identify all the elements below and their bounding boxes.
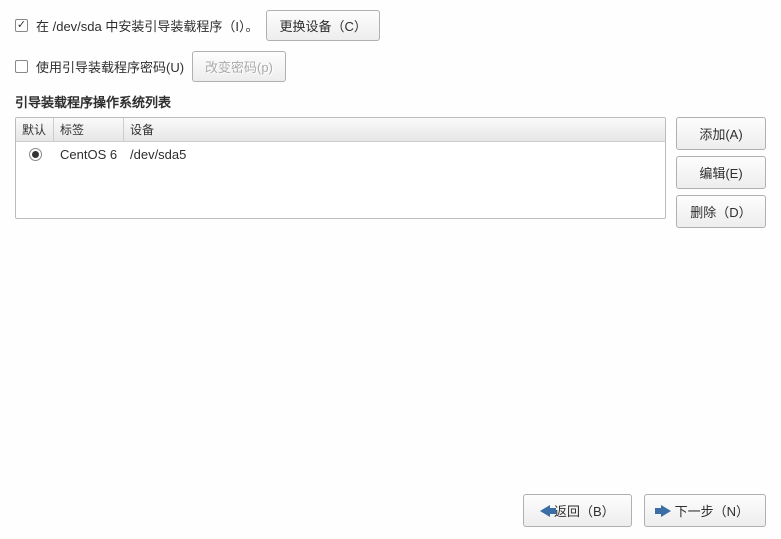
- install-bootloader-row: 在 /dev/sda 中安装引导装载程序（I）。 更换设备（C）: [15, 10, 766, 41]
- col-header-label[interactable]: 标签: [54, 118, 124, 141]
- os-table-area: 默认 标签 设备 CentOS 6 /dev/sda5 添加(A) 编辑(E) …: [15, 117, 766, 228]
- arrow-right-icon: [661, 505, 671, 517]
- os-table-header: 默认 标签 设备: [16, 118, 665, 142]
- side-buttons: 添加(A) 编辑(E) 删除（D）: [676, 117, 766, 228]
- row-label-cell: CentOS 6: [54, 144, 124, 165]
- os-table: 默认 标签 设备 CentOS 6 /dev/sda5: [15, 117, 666, 219]
- arrow-left-icon: [540, 505, 550, 517]
- col-header-device[interactable]: 设备: [124, 118, 665, 141]
- install-bootloader-label: 在 /dev/sda 中安装引导装载程序（I）。: [36, 16, 258, 35]
- default-radio[interactable]: [29, 148, 42, 161]
- table-row[interactable]: CentOS 6 /dev/sda5: [16, 142, 665, 166]
- bootloader-password-label: 使用引导装载程序密码(U): [36, 57, 184, 76]
- change-password-button: 改变密码(p): [192, 51, 286, 82]
- back-button[interactable]: 返回（B）: [523, 494, 632, 527]
- col-header-default[interactable]: 默认: [16, 118, 54, 141]
- back-button-label: 返回（B）: [554, 501, 615, 520]
- delete-button[interactable]: 删除（D）: [676, 195, 766, 228]
- row-device-cell: /dev/sda5: [124, 144, 665, 165]
- next-button-label: 下一步（N）: [675, 501, 749, 520]
- footer-nav: 返回（B） 下一步（N）: [523, 494, 766, 527]
- install-bootloader-checkbox[interactable]: [15, 19, 28, 32]
- edit-button[interactable]: 编辑(E): [676, 156, 766, 189]
- row-default-cell: [16, 145, 54, 164]
- add-button[interactable]: 添加(A): [676, 117, 766, 150]
- bootloader-password-checkbox[interactable]: [15, 60, 28, 73]
- change-device-button[interactable]: 更换设备（C）: [266, 10, 379, 41]
- next-button[interactable]: 下一步（N）: [644, 494, 766, 527]
- bootloader-password-row: 使用引导装载程序密码(U) 改变密码(p): [15, 51, 766, 82]
- os-list-title: 引导装载程序操作系统列表: [15, 92, 766, 111]
